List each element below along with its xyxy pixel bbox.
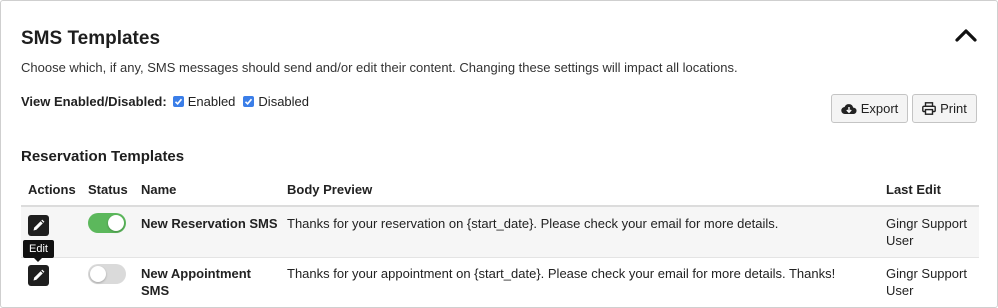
enabled-checkbox[interactable]: Enabled [172, 94, 236, 109]
edit-tooltip: Edit [23, 240, 54, 262]
export-button[interactable]: Export [831, 94, 908, 123]
print-label: Print [940, 101, 967, 116]
template-name-line-2: SMS [141, 283, 170, 298]
checkbox-check-icon [243, 96, 255, 107]
sms-templates-panel: SMS Templates Choose which, if any, SMS … [0, 0, 998, 308]
status-toggle[interactable] [88, 264, 126, 284]
section-title: SMS Templates [21, 28, 161, 49]
view-filter: View Enabled/Disabled: Enabled Disabled [21, 94, 317, 109]
template-name-line-1: New Appointment [141, 266, 252, 281]
column-header-body-preview: Body Preview [287, 182, 373, 197]
body-preview: Thanks for your reservation on {start_da… [287, 216, 779, 231]
checkbox-check-icon [172, 96, 184, 107]
print-button[interactable]: Print [912, 94, 977, 123]
last-edit-line-2: User [886, 283, 914, 298]
status-toggle[interactable] [88, 213, 126, 233]
table-row: New Appointment SMS Thanks for your appo… [21, 257, 979, 307]
enabled-label: Enabled [187, 94, 236, 109]
column-header-actions: Actions [28, 182, 76, 197]
cloud-download-icon [840, 104, 857, 115]
column-header-status: Status [88, 182, 128, 197]
export-label: Export [860, 101, 899, 116]
toggle-knob [108, 215, 124, 231]
disabled-label: Disabled [258, 94, 310, 109]
collapse-button[interactable] [953, 23, 979, 45]
edit-button[interactable] [28, 215, 49, 236]
edit-button[interactable] [28, 265, 49, 286]
filter-label: View Enabled/Disabled: [21, 94, 167, 109]
printer-icon [922, 102, 937, 115]
reservation-templates-title: Reservation Templates [21, 148, 185, 165]
section-description: Choose which, if any, SMS messages shoul… [21, 60, 738, 75]
body-preview: Thanks for your appointment on {start_da… [287, 266, 836, 281]
last-edit-line-1: Gingr Support [886, 266, 967, 281]
pencil-icon [33, 219, 45, 231]
last-edit-line-1: Gingr Support [886, 216, 967, 231]
toggle-knob [90, 266, 106, 282]
column-header-last-edit: Last Edit [886, 182, 941, 197]
last-edit-line-2: User [886, 233, 914, 248]
table-row: New Reservation SMS Thanks for your rese… [21, 207, 979, 257]
column-header-name: Name [141, 182, 177, 197]
chevron-up-icon [955, 29, 977, 42]
template-name: New Reservation SMS [141, 216, 278, 231]
pencil-icon [33, 269, 45, 281]
disabled-checkbox[interactable]: Disabled [243, 94, 309, 109]
